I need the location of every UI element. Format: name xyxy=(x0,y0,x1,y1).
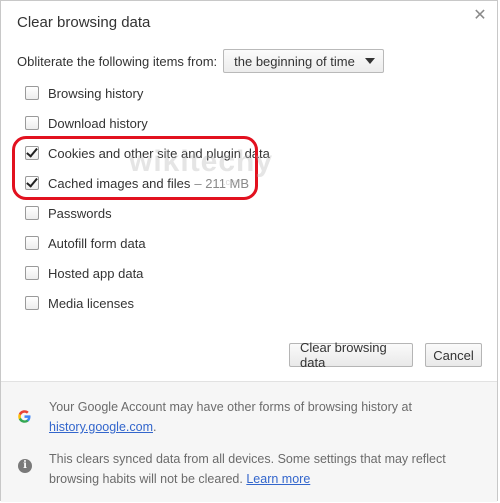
checkbox-label: Autofill form data xyxy=(48,235,146,251)
highlight-annotation xyxy=(12,136,258,200)
checkbox-label: Download history xyxy=(48,115,148,131)
checkbox-autofill[interactable]: Autofill form data xyxy=(25,233,146,253)
checkbox[interactable] xyxy=(25,206,39,220)
checkbox[interactable] xyxy=(25,236,39,250)
checkbox-label: Media licenses xyxy=(48,295,134,311)
checkbox[interactable] xyxy=(25,296,39,310)
checkbox[interactable] xyxy=(25,116,39,130)
history-google-link[interactable]: history.google.com xyxy=(49,420,153,434)
checkbox-label: Hosted app data xyxy=(48,265,144,281)
checkbox-passwords[interactable]: Passwords xyxy=(25,203,112,223)
checkbox-label: Browsing history xyxy=(48,85,144,101)
sync-notice: This clears synced data from all devices… xyxy=(49,449,489,489)
time-range-selected-value: the beginning of time xyxy=(234,53,355,69)
clear-browsing-data-dialog: Clear browsing data ✕ Obliterate the fol… xyxy=(0,0,498,502)
checkbox-hosted-app-data[interactable]: Hosted app data xyxy=(25,263,143,283)
checkbox-download-history[interactable]: Download history xyxy=(25,113,148,133)
info-icon: i xyxy=(18,459,32,473)
google-account-notice: Your Google Account may have other forms… xyxy=(49,397,489,437)
close-icon[interactable]: ✕ xyxy=(471,7,489,25)
clear-browsing-data-button[interactable]: Clear browsing data xyxy=(289,340,413,370)
cancel-button[interactable]: Cancel xyxy=(425,343,482,367)
google-account-period: . xyxy=(153,420,157,434)
checkbox-media-licenses[interactable]: Media licenses xyxy=(25,293,134,313)
time-range-row: Obliterate the following items from: the… xyxy=(17,49,384,73)
checkbox-label: Passwords xyxy=(48,205,112,221)
google-icon xyxy=(18,410,31,423)
checkbox[interactable] xyxy=(25,266,39,280)
checkbox-browsing-history[interactable]: Browsing history xyxy=(25,83,143,103)
time-range-label: Obliterate the following items from: xyxy=(17,53,218,69)
time-range-select[interactable]: the beginning of time xyxy=(223,49,384,73)
dropdown-arrow-icon xyxy=(364,58,375,64)
checkbox[interactable] xyxy=(25,86,39,100)
learn-more-link[interactable]: Learn more xyxy=(246,472,310,486)
google-account-text: Your Google Account may have other forms… xyxy=(49,400,412,414)
dialog-title: Clear browsing data xyxy=(17,14,151,31)
